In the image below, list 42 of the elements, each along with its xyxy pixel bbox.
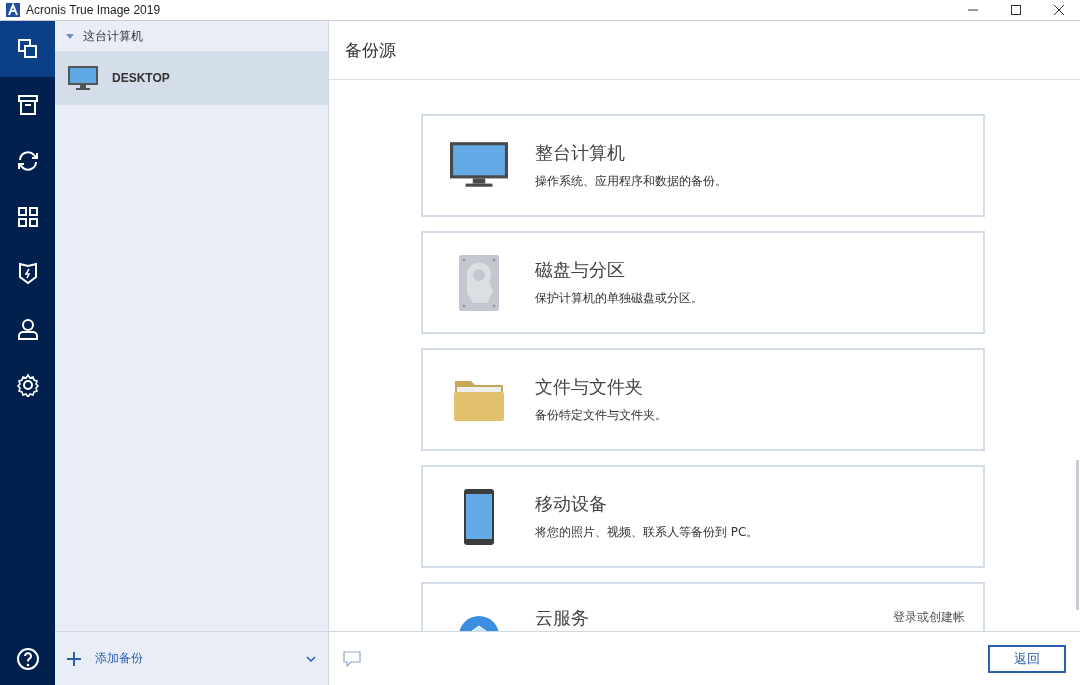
monitor-icon — [68, 66, 98, 90]
plus-icon — [67, 651, 81, 666]
app-logo-icon — [6, 3, 20, 17]
backup-source-card[interactable]: 磁盘与分区 保护计算机的单独磁盘或分区。 — [421, 231, 985, 334]
monitor-icon — [450, 141, 508, 190]
source-description: 将您的照片、视频、联系人等备份到 PC。 — [535, 524, 759, 541]
backup-source-card[interactable]: 整台计算机 操作系统、应用程序和数据的备份。 — [421, 114, 985, 217]
expand-caret-icon[interactable] — [65, 31, 75, 41]
window-title: Acronis True Image 2019 — [26, 3, 161, 17]
hard-drive-icon — [459, 254, 499, 311]
panel-title: 备份源 — [345, 38, 396, 62]
maximize-icon[interactable] — [1011, 5, 1021, 15]
sign-in-link[interactable]: 登录或创建帐 — [893, 610, 965, 624]
source-description: 保护计算机的单独磁盘或分区。 — [535, 290, 703, 307]
source-title: 磁盘与分区 — [535, 258, 626, 282]
sync-icon — [15, 149, 40, 173]
source-title: 云服务 — [535, 606, 589, 630]
source-description: 备份特定文件与文件夹。 — [535, 407, 667, 424]
back-button[interactable]: 返回 — [988, 644, 1066, 673]
close-icon[interactable] — [1054, 5, 1064, 15]
smartphone-icon — [464, 488, 494, 545]
nav-item[interactable] — [0, 21, 55, 77]
archive-icon — [15, 93, 40, 117]
settings-icon — [15, 373, 40, 397]
source-title: 移动设备 — [535, 492, 608, 516]
folder-icon — [454, 378, 504, 421]
help-icon[interactable] — [15, 647, 40, 671]
source-title: 整台计算机 — [535, 141, 626, 165]
backup-source-card[interactable]: 移动设备 将您的照片、视频、联系人等备份到 PC。 — [421, 465, 985, 568]
backup-source-card[interactable]: 云服务 登录或创建帐 — [421, 582, 985, 631]
chevron-down-icon — [306, 655, 316, 662]
source-description: 操作系统、应用程序和数据的备份。 — [535, 173, 727, 190]
tree-group-label: 这台计算机 — [83, 27, 143, 45]
backup-source-card[interactable]: 文件与文件夹 备份特定文件与文件夹。 — [421, 348, 985, 451]
cloud-mail-icon — [457, 616, 501, 631]
grid-icon — [15, 205, 40, 229]
add-backup-button[interactable]: 添加备份 — [55, 631, 328, 685]
scrollbar[interactable] — [1076, 460, 1079, 610]
computer-list-item[interactable]: DESKTOP — [55, 51, 328, 105]
source-title: 文件与文件夹 — [535, 375, 644, 399]
user-icon — [15, 317, 40, 341]
copy-icon — [15, 37, 40, 61]
